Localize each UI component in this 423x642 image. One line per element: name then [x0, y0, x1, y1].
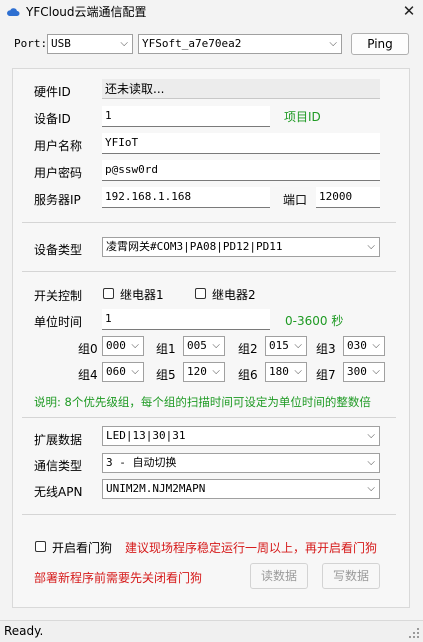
- server-ip-input[interactable]: 192.168.1.168: [102, 187, 270, 208]
- comm-type-value: 3 - 自动切换: [106, 456, 177, 469]
- group2-label: 组2: [238, 342, 258, 356]
- chevron-down-icon: ⌵: [367, 457, 375, 468]
- unit-time-range: 0-3600 秒: [285, 314, 344, 328]
- group6-select[interactable]: 180 ⌵: [265, 362, 307, 382]
- resize-grip-icon[interactable]: [408, 627, 420, 639]
- password-label: 用户密码: [34, 166, 83, 180]
- group3-label: 组3: [316, 342, 336, 356]
- comm-type-label: 通信类型: [34, 459, 83, 473]
- write-data-button[interactable]: 写数据: [322, 563, 380, 589]
- device-type-value: 凌霄网关#COM3|PA08|PD12|PD11: [106, 240, 283, 253]
- chevron-down-icon: ⌵: [367, 241, 375, 252]
- apn-select[interactable]: UNIM2M.NJM2MAPN ⌵: [102, 479, 380, 499]
- username-label: 用户名称: [34, 139, 83, 153]
- chevron-down-icon: ⌵: [372, 366, 380, 377]
- read-data-button[interactable]: 读数据: [250, 563, 308, 589]
- watchdog-checkbox[interactable]: [35, 541, 46, 552]
- relay2-label: 继电器2: [212, 288, 256, 302]
- password-input[interactable]: p@ssw0rd: [102, 160, 380, 181]
- chevron-down-icon: ⌵: [367, 483, 375, 494]
- server-port-label: 端口: [283, 193, 308, 207]
- group4-select[interactable]: 060 ⌵: [102, 362, 144, 382]
- hardware-id-label: 硬件ID: [34, 85, 71, 99]
- switch-control-label: 开关控制: [34, 289, 83, 303]
- watchdog-label: 开启看门狗: [52, 541, 113, 555]
- group4-value: 060: [106, 365, 126, 378]
- relay1-label: 继电器1: [120, 288, 164, 302]
- cloud-icon: [7, 8, 20, 16]
- group3-value: 030: [347, 339, 367, 352]
- group7-select[interactable]: 300 ⌵: [343, 362, 385, 382]
- window-title: YFCloud云端通信配置: [26, 5, 147, 19]
- group5-select[interactable]: 120 ⌵: [183, 362, 225, 382]
- chevron-down-icon: ⌵: [329, 38, 337, 49]
- device-id-label: 设备ID: [34, 112, 71, 126]
- group1-label: 组1: [156, 342, 176, 356]
- device-type-select[interactable]: 凌霄网关#COM3|PA08|PD12|PD11 ⌵: [102, 237, 380, 257]
- apn-label: 无线APN: [34, 485, 83, 499]
- group6-value: 180: [269, 365, 289, 378]
- chevron-down-icon: ⌵: [212, 340, 220, 351]
- group1-select[interactable]: 005 ⌵: [183, 336, 225, 356]
- group5-value: 120: [187, 365, 207, 378]
- port-select[interactable]: USB ⌵: [47, 34, 133, 54]
- group4-label: 组4: [78, 368, 98, 382]
- chevron-down-icon: ⌵: [294, 340, 302, 351]
- chevron-down-icon: ⌵: [212, 366, 220, 377]
- relay1-checkbox[interactable]: [103, 288, 114, 299]
- ext-data-value: LED|13|30|31: [106, 429, 186, 442]
- group5-label: 组5: [156, 368, 176, 382]
- group7-label: 组7: [316, 368, 336, 382]
- project-id-label: 项目ID: [284, 110, 321, 124]
- priority-note: 说明: 8个优先级组，每个组的扫描时间可设定为单位时间的整数倍: [34, 395, 371, 409]
- close-icon[interactable]: ✕: [399, 1, 419, 21]
- title-bar: YFCloud云端通信配置 ✕: [0, 0, 423, 24]
- status-text: Ready.: [4, 624, 44, 638]
- server-port-input[interactable]: 12000: [316, 187, 380, 208]
- group0-select[interactable]: 000 ⌵: [102, 336, 144, 356]
- divider: [22, 222, 396, 223]
- group2-select[interactable]: 015 ⌵: [265, 336, 307, 356]
- ping-button[interactable]: Ping: [351, 33, 409, 55]
- watchdog-note: 建议现场程序稳定运行一周以上，再开启看门狗: [125, 541, 378, 555]
- group0-label: 组0: [78, 342, 98, 356]
- apn-value: UNIM2M.NJM2MAPN: [106, 482, 206, 495]
- port-label: Port:: [14, 37, 48, 50]
- group1-value: 005: [187, 339, 207, 352]
- deploy-note: 部署新程序前需要先关闭看门狗: [34, 571, 203, 585]
- group7-value: 300: [347, 365, 367, 378]
- unit-time-input[interactable]: 1: [102, 309, 270, 330]
- chevron-down-icon: ⌵: [131, 366, 139, 377]
- unit-time-label: 单位时间: [34, 315, 83, 329]
- device-select-value: YFSoft_a7e70ea2: [142, 37, 242, 50]
- group6-label: 组6: [238, 368, 258, 382]
- ext-data-select[interactable]: LED|13|30|31 ⌵: [102, 426, 380, 446]
- chevron-down-icon: ⌵: [372, 340, 380, 351]
- server-ip-label: 服务器IP: [34, 193, 81, 207]
- divider: [22, 514, 396, 515]
- device-type-label: 设备类型: [34, 243, 83, 257]
- chevron-down-icon: ⌵: [367, 430, 375, 441]
- divider: [22, 271, 396, 272]
- device-select[interactable]: YFSoft_a7e70ea2 ⌵: [138, 34, 342, 54]
- group2-value: 015: [269, 339, 289, 352]
- device-id-input[interactable]: 1: [102, 106, 270, 127]
- chevron-down-icon: ⌵: [294, 366, 302, 377]
- ext-data-label: 扩展数据: [34, 433, 83, 447]
- port-select-value: USB: [51, 37, 71, 50]
- chevron-down-icon: ⌵: [120, 38, 128, 49]
- username-input[interactable]: YFIoT: [102, 133, 380, 154]
- divider: [22, 417, 396, 418]
- group0-value: 000: [106, 339, 126, 352]
- comm-type-select[interactable]: 3 - 自动切换 ⌵: [102, 453, 380, 473]
- relay2-checkbox[interactable]: [195, 288, 206, 299]
- chevron-down-icon: ⌵: [131, 340, 139, 351]
- group3-select[interactable]: 030 ⌵: [343, 336, 385, 356]
- status-bar: Ready.: [0, 620, 423, 642]
- hardware-id-value: 还未读取...: [102, 79, 380, 99]
